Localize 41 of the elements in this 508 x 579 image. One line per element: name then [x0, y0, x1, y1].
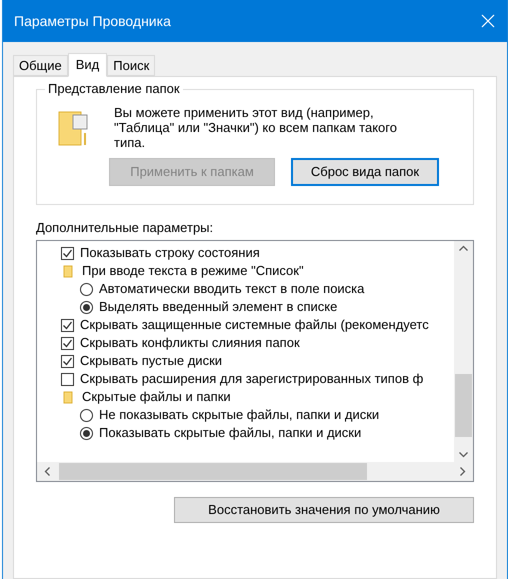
radio-button[interactable] — [80, 426, 93, 440]
checkbox[interactable] — [61, 354, 74, 368]
checkbox[interactable] — [61, 336, 74, 350]
restore-defaults-button[interactable]: Восстановить значения по умолчанию — [174, 497, 474, 523]
section-label: Дополнительные параметры: — [36, 220, 214, 236]
scroll-thumb[interactable] — [59, 463, 367, 480]
radio-button[interactable] — [80, 408, 93, 422]
option-label: Автоматически вводить текст в поле поиска — [99, 280, 364, 298]
radio-button[interactable] — [80, 282, 93, 296]
radio-button[interactable] — [80, 300, 93, 314]
window-title: Параметры Проводника — [14, 12, 171, 31]
option-label: Показывать строку состояния — [80, 244, 260, 262]
apply-button[interactable]: Сброс вида папок — [291, 158, 439, 186]
horizontal-scrollbar[interactable] — [37, 462, 473, 481]
group-label: Скрытые файлы и папки — [82, 388, 231, 406]
tab[interactable]: Поиск — [107, 55, 156, 76]
option-label: Скрывать расширения для зарегистрированных типов ф — [80, 370, 424, 388]
option-label: Выделять введенный элемент в списке — [99, 298, 338, 316]
close-icon[interactable] — [481, 14, 495, 28]
option-label: Показывать скрытые файлы, папки и диски — [99, 424, 362, 442]
folder-icon — [63, 264, 73, 278]
checkbox[interactable] — [61, 318, 74, 332]
vertical-scrollbar[interactable] — [454, 241, 473, 462]
tab[interactable]: Общие — [13, 55, 68, 76]
checkbox[interactable] — [61, 246, 74, 260]
scroll-thumb[interactable] — [455, 374, 472, 437]
scroll-up-icon[interactable] — [459, 245, 468, 251]
option-label: Скрывать пустые диски — [80, 352, 222, 370]
tab[interactable]: Вид — [68, 53, 108, 77]
scroll-right-icon[interactable] — [460, 467, 466, 476]
option-label: Скрывать конфликты слияния папок — [80, 334, 300, 352]
scroll-down-icon[interactable] — [459, 452, 468, 458]
checkbox[interactable] — [61, 372, 74, 386]
folder-icon — [58, 111, 88, 147]
option-label: Не показывать скрытые файлы, папки и диски — [99, 406, 380, 424]
folder-icon — [63, 390, 73, 404]
description-text: Вы можете применить этот вид (например, "Таблица" или "Значки") ко всем папкам такого типа. — [114, 105, 398, 150]
group-title: Представление папок — [45, 81, 183, 97]
group-label: При вводе текста в режиме "Список" — [82, 262, 304, 280]
option-label: Скрывать защищенные системные файлы (рекомендуетс — [80, 316, 429, 334]
scroll-left-icon[interactable] — [44, 467, 50, 476]
